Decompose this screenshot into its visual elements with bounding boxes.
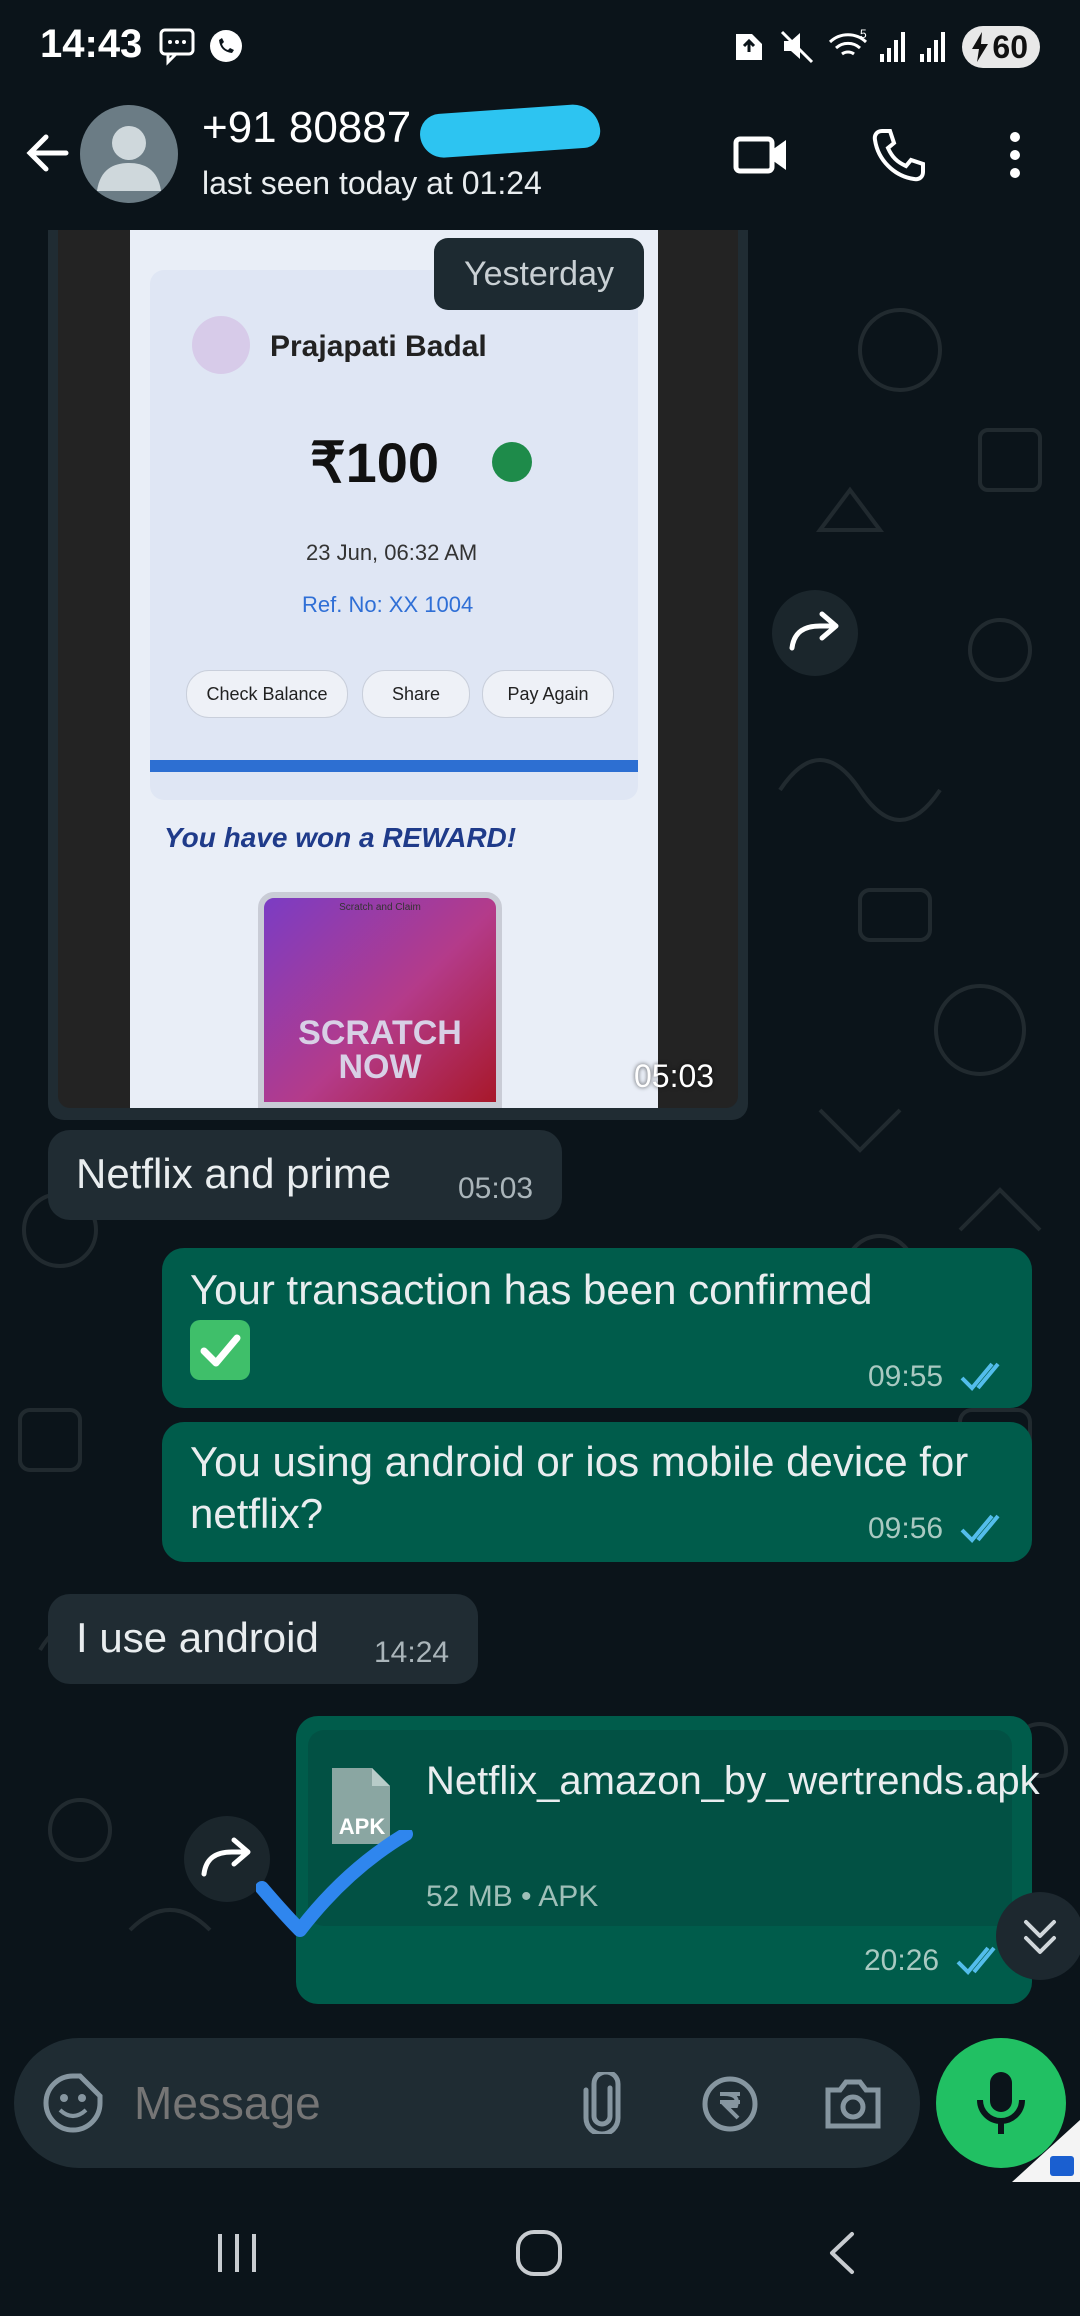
photo-reward-text: You have won a REWARD! <box>164 822 517 853</box>
photo-scratch-line2: NOW <box>338 1048 422 1086</box>
check-mark-emoji <box>190 1320 250 1380</box>
camera-icon[interactable] <box>822 2076 884 2132</box>
phone-call-icon[interactable] <box>868 125 928 185</box>
double-chevron-down-icon <box>1024 1920 1056 1954</box>
recent-apps-icon[interactable] <box>212 2230 262 2276</box>
photo-blue-strip <box>150 760 638 772</box>
message-time: 09:55 <box>868 1360 944 1393</box>
photo-payee-avatar <box>192 316 250 374</box>
forward-icon <box>789 611 839 651</box>
image-message-bubble[interactable]: Prajapati Badal ₹100 23 Jun, 06:32 AM Re… <box>48 230 748 1120</box>
default-avatar-icon <box>97 126 161 191</box>
contact-name[interactable]: +91 80887 <box>202 103 411 153</box>
battery-indicator: 60 <box>962 26 1040 68</box>
scroll-to-bottom-button[interactable] <box>996 1892 1080 1980</box>
avatar[interactable] <box>80 105 178 203</box>
status-bar: 14:43 5 60 <box>0 0 1080 95</box>
chat-notification-icon <box>159 28 195 66</box>
photo-check-balance: Check Balance <box>186 670 348 718</box>
message-text: Netflix and prime <box>76 1150 392 1197</box>
wifi-5g-icon: 5 <box>828 27 868 56</box>
hand-drawn-checkmark <box>256 1830 413 1937</box>
message-time: 05:03 <box>634 1058 715 1094</box>
attach-icon[interactable] <box>580 2072 624 2134</box>
back-nav-icon[interactable] <box>822 2228 862 2278</box>
overlay-badge <box>1012 2120 1080 2182</box>
photo-phone-screen: Prajapati Badal ₹100 23 Jun, 06:32 AM Re… <box>130 230 658 1108</box>
payment-screenshot-photo[interactable]: Prajapati Badal ₹100 23 Jun, 06:32 AM Re… <box>58 230 738 1108</box>
last-seen-status: last seen today at 01:24 <box>202 165 542 201</box>
message-time: 05:03 <box>458 1172 534 1205</box>
more-vert-icon[interactable] <box>1000 125 1030 185</box>
file-name: Netflix_amazon_by_wertrends.apk <box>426 1759 1040 1803</box>
chat-area[interactable]: Prajapati Badal ₹100 23 Jun, 06:32 AM Re… <box>0 230 1080 2020</box>
message-input[interactable] <box>134 2076 554 2130</box>
photo-scratch-line1: SCRATCH <box>298 1014 462 1052</box>
signal-icon <box>880 32 905 62</box>
chat-header: +91 80887 last seen today at 01:24 <box>0 95 1080 230</box>
date-chip: Yesterday <box>434 238 644 310</box>
file-meta: 52 MB • APK <box>426 1880 599 1913</box>
incoming-message-bubble[interactable]: I use android 14:24 <box>48 1594 478 1684</box>
mute-icon <box>780 30 814 64</box>
status-time: 14:43 <box>40 22 143 66</box>
battery-level: 60 <box>992 28 1028 65</box>
check-icon <box>200 1334 241 1367</box>
photo-date: 23 Jun, 06:32 AM <box>306 540 478 565</box>
redaction-scribble <box>418 102 602 160</box>
photo-ref: Ref. No: XX 1004 <box>302 592 474 617</box>
message-text: I use android <box>76 1614 319 1661</box>
signal-icon <box>920 32 945 62</box>
system-navigation-bar <box>0 2190 1080 2316</box>
message-composer[interactable] <box>14 2038 920 2168</box>
photo-scratch-card: Scratch and Claim SCRATCH NOW <box>258 892 502 1108</box>
photo-scratch-caption: Scratch and Claim <box>339 902 421 913</box>
nfc-icon <box>736 34 762 60</box>
home-icon[interactable] <box>514 2228 564 2278</box>
photo-amount: ₹100 <box>310 431 440 494</box>
forward-button[interactable] <box>772 590 858 676</box>
outgoing-message-bubble[interactable]: You using android or ios mobile device f… <box>162 1422 1032 1562</box>
outgoing-message-bubble[interactable]: Your transaction has been confirmed 09:5… <box>162 1248 1032 1408</box>
message-time: 20:26 <box>864 1944 940 1977</box>
read-receipt-icon <box>960 1362 1000 1391</box>
message-text: Your transaction has been confirmed <box>190 1266 873 1313</box>
photo-verified-badge <box>492 442 532 482</box>
rupee-payment-icon[interactable] <box>700 2074 760 2134</box>
back-arrow-icon[interactable] <box>20 125 76 181</box>
photo-pay-again: Pay Again <box>482 670 614 718</box>
photo-payee-name: Prajapati Badal <box>270 330 487 363</box>
message-time: 14:24 <box>374 1636 450 1669</box>
incoming-message-bubble[interactable]: Netflix and prime 05:03 <box>48 1130 562 1220</box>
read-receipt-icon <box>960 1514 1000 1543</box>
whatsapp-notification-icon <box>210 30 242 62</box>
battery-charging-icon <box>972 32 988 62</box>
photo-share: Share <box>362 670 470 718</box>
svg-text:5: 5 <box>860 27 867 41</box>
video-call-icon[interactable] <box>732 125 792 185</box>
emoji-sticker-icon[interactable] <box>42 2072 104 2134</box>
message-time: 09:56 <box>868 1512 944 1545</box>
